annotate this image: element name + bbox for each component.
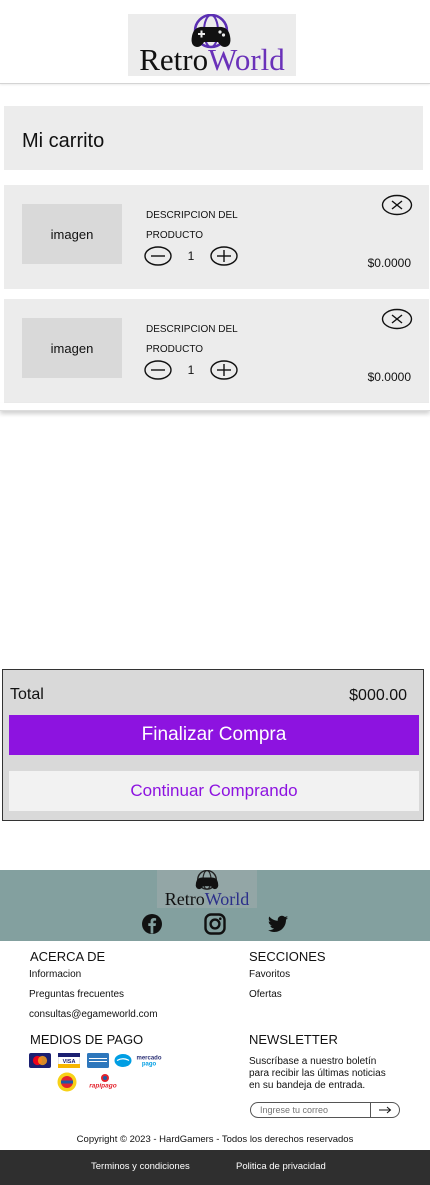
quantity-value: 1 xyxy=(187,249,195,263)
footer-logo-text: RetroWorld xyxy=(157,890,257,908)
total-label: Total xyxy=(10,686,44,703)
increase-quantity-button[interactable] xyxy=(210,360,238,380)
pago-facil-icon xyxy=(57,1072,77,1092)
newsletter-form xyxy=(250,1102,400,1118)
rapipago-icon: rapipago xyxy=(89,1074,117,1090)
total-value: $000.00 xyxy=(349,687,407,704)
footer-link-informacion[interactable]: Informacion xyxy=(29,969,81,980)
quantity-stepper: 1 xyxy=(144,359,238,381)
facebook-link[interactable] xyxy=(141,913,163,935)
product-image: imagen xyxy=(22,204,122,264)
about-heading: ACERCA DE xyxy=(30,949,106,964)
items-divider xyxy=(0,403,430,411)
product-description-line: PRODUCTO xyxy=(146,344,204,355)
minus-icon xyxy=(144,360,172,380)
quantity-stepper: 1 xyxy=(144,245,238,267)
product-description-line: PRODUCTO xyxy=(146,230,204,241)
visa-icon: VISA xyxy=(58,1053,80,1068)
cart-item: imagen DESCRIPCION DEL PRODUCTO 1 $0.000… xyxy=(4,299,429,403)
amex-icon xyxy=(87,1053,109,1068)
decrease-quantity-button[interactable] xyxy=(144,246,172,266)
newsletter-text-line: en su bandeja de entrada. xyxy=(249,1080,366,1091)
logo-word-world: World xyxy=(208,42,285,77)
product-description-line: DESCRIPCION DEL xyxy=(146,210,238,221)
footer-link-favoritos[interactable]: Favoritos xyxy=(249,969,290,980)
site-logo[interactable]: RetroWorld xyxy=(128,14,296,76)
newsletter-description: Suscríbase a nuestro boletín para recibi… xyxy=(249,1056,409,1092)
instagram-link[interactable] xyxy=(204,913,226,935)
payment-heading: MEDIOS DE PAGO xyxy=(30,1032,144,1047)
cart-item: imagen DESCRIPCION DEL PRODUCTO 1 $0.000… xyxy=(4,185,429,289)
remove-item-button[interactable] xyxy=(381,194,413,216)
product-price: $0.0000 xyxy=(367,256,411,270)
footer-brand-bar: RetroWorld xyxy=(0,870,430,941)
logo-text: RetroWorld xyxy=(128,44,296,76)
cart-title-panel: Mi carrito xyxy=(4,106,423,170)
privacy-link[interactable]: Politica de privacidad xyxy=(236,1161,326,1172)
newsletter-text-line: Suscríbase a nuestro boletín xyxy=(249,1056,377,1067)
continue-shopping-button[interactable]: Continuar Comprando xyxy=(9,771,419,811)
svg-text:pago: pago xyxy=(142,1062,157,1068)
finalize-purchase-button[interactable]: Finalizar Compra xyxy=(9,715,419,755)
footer-link-ofertas[interactable]: Ofertas xyxy=(249,989,282,1000)
footer-link-email[interactable]: consultas@egameworld.com xyxy=(29,1009,158,1020)
logo-word-world: World xyxy=(204,889,250,909)
mastercard-icon xyxy=(29,1053,51,1068)
close-icon xyxy=(381,308,413,330)
increase-quantity-button[interactable] xyxy=(210,246,238,266)
decrease-quantity-button[interactable] xyxy=(144,360,172,380)
svg-text:VISA: VISA xyxy=(63,1059,76,1065)
footer-link-faq[interactable]: Preguntas frecuentes xyxy=(29,989,124,1000)
product-description: DESCRIPCION DEL PRODUCTO xyxy=(146,206,256,246)
close-icon xyxy=(381,194,413,216)
remove-item-button[interactable] xyxy=(381,308,413,330)
minus-icon xyxy=(144,246,172,266)
instagram-icon xyxy=(204,913,226,935)
product-price: $0.0000 xyxy=(367,370,411,384)
terms-link[interactable]: Terminos y condiciones xyxy=(91,1161,190,1172)
sections-heading: SECCIONES xyxy=(249,949,326,964)
order-summary: Total $000.00 Finalizar Compra Continuar… xyxy=(2,669,424,821)
twitter-icon xyxy=(267,915,289,932)
product-image: imagen xyxy=(22,318,122,378)
plus-icon xyxy=(210,246,238,266)
mercado-pago-icon: mercadopago xyxy=(114,1054,162,1068)
newsletter-email-input[interactable] xyxy=(251,1103,371,1117)
plus-icon xyxy=(210,360,238,380)
product-description-line: DESCRIPCION DEL xyxy=(146,324,238,335)
footer-legal-bar: Terminos y condiciones Politica de priva… xyxy=(0,1150,430,1185)
facebook-icon xyxy=(142,914,162,934)
page-title: Mi carrito xyxy=(22,130,105,152)
newsletter-submit-button[interactable] xyxy=(370,1103,399,1117)
arrow-right-icon xyxy=(379,1106,392,1114)
newsletter-text-line: para recibir las últimas noticias xyxy=(249,1068,386,1079)
quantity-value: 1 xyxy=(187,363,195,377)
logo-word-retro: Retro xyxy=(139,42,209,77)
header: RetroWorld xyxy=(0,0,430,84)
twitter-link[interactable] xyxy=(267,913,289,935)
product-description: DESCRIPCION DEL PRODUCTO xyxy=(146,320,256,360)
copyright-text: Copyright © 2023 - HardGamers - Todos lo… xyxy=(76,1134,354,1145)
footer-logo[interactable]: RetroWorld xyxy=(157,870,257,908)
newsletter-heading: NEWSLETTER xyxy=(249,1032,338,1047)
logo-word-retro: Retro xyxy=(164,889,205,909)
svg-text:rapipago: rapipago xyxy=(89,1083,116,1090)
